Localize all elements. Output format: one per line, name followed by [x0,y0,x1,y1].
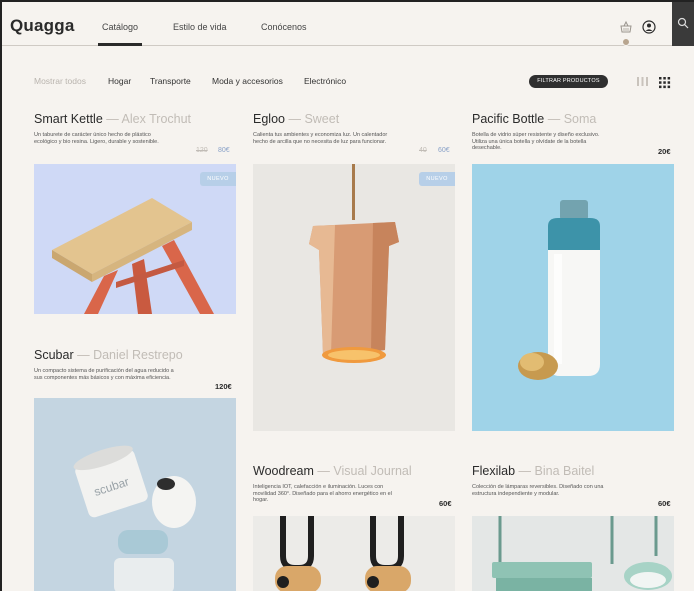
product-name: Flexilab [472,464,516,478]
filter-moda-accesorios[interactable]: Moda y accesorios [212,76,283,86]
product-old-price: 40 [419,147,427,154]
product-price: 120€ [215,382,232,391]
product-title[interactable]: Smart Kettle — Alex Trochut [34,112,191,126]
product-brand: Daniel Restrepo [93,348,183,362]
logo[interactable]: Quagga [10,16,75,36]
title-separator: — [102,112,122,126]
top-header: Quagga Catálogo Estilo de vida Conócenos [2,2,694,46]
product-description: Inteligencia IOT, calefacción e iluminac… [253,484,392,504]
title-separator: — [544,112,564,126]
product-image-stool[interactable]: NUEVO [34,164,236,314]
new-badge: NUEVO [200,172,236,186]
bottle-illustration [518,200,600,380]
product-description: Calienta tus ambientes y economiza luz. … [253,132,388,145]
product-title[interactable]: Pacific Bottle — Soma [472,112,596,126]
product-image-wood-lights[interactable] [253,516,455,591]
filter-show-all[interactable]: Mostrar todos [34,76,86,86]
product-brand: Visual Journal [333,464,412,478]
stool-illustration [52,198,214,314]
product-description: Colección de lámparas reversibles. Diseñ… [472,484,604,497]
new-badge: NUEVO [419,172,455,186]
nav-estilo-de-vida[interactable]: Estilo de vida [173,22,227,32]
water-filter-illustration: scubar [73,445,196,591]
product-brand: Sweet [304,112,340,126]
filter-electronico[interactable]: Electrónico [304,76,346,86]
product-brand: Alex Trochut [121,112,192,126]
list-view-icon[interactable] [636,76,649,87]
title-separator: — [515,464,535,478]
product-brand: Soma [563,112,597,126]
filter-products-button[interactable]: FILTRAR PRODUCTOS [529,75,608,88]
wood-lights-illustration [275,516,411,591]
product-description: Un taburete de carácter único hecho de p… [34,132,159,145]
product-name: Woodream [253,464,314,478]
grid-view-icon[interactable] [658,76,671,89]
product-price: 60€ [438,147,450,154]
product-image-filter[interactable]: scubar [34,398,236,591]
product-name: Egloo [253,112,285,126]
nav-catalogo[interactable]: Catálogo [102,22,138,32]
product-description: Un compacto sistema de purificación del … [34,368,174,381]
product-price: 60€ [658,499,671,508]
title-separator: — [284,112,305,126]
product-price: 60€ [439,499,452,508]
nav-active-indicator [98,43,142,46]
product-image-flex-lamps[interactable] [472,516,674,591]
search-button[interactable] [672,2,694,46]
product-name: Scubar [34,348,74,362]
basket-icon[interactable] [619,20,633,34]
title-separator: — [313,464,334,478]
product-name: Pacific Bottle [472,112,545,126]
filter-hogar[interactable]: Hogar [108,76,131,86]
product-title[interactable]: Egloo — Sweet [253,112,339,126]
product-title[interactable]: Flexilab — Bina Baitel [472,464,594,478]
product-image-bottle[interactable] [472,164,674,431]
product-image-lamp[interactable]: NUEVO [253,164,455,431]
product-price: 80€ [218,147,230,154]
nav-conocenos[interactable]: Conócenos [261,22,307,32]
cart-count-dot [622,38,630,46]
product-title[interactable]: Woodream — Visual Journal [253,464,412,478]
product-title[interactable]: Scubar — Daniel Restrepo [34,348,183,362]
flex-lamps-illustration [492,516,672,591]
product-name: Smart Kettle [34,112,103,126]
filter-transporte[interactable]: Transporte [150,76,191,86]
product-brand: Bina Baitel [534,464,595,478]
title-separator: — [73,348,94,362]
page-frame: Quagga Catálogo Estilo de vida Conócenos… [0,0,694,591]
search-icon [677,17,689,29]
product-description: Botella de vidrio súper resistente y dis… [472,132,600,152]
product-price: 20€ [658,147,671,156]
user-icon[interactable] [642,20,656,34]
product-old-price: 120 [196,147,208,154]
lamp-illustration [309,164,399,363]
